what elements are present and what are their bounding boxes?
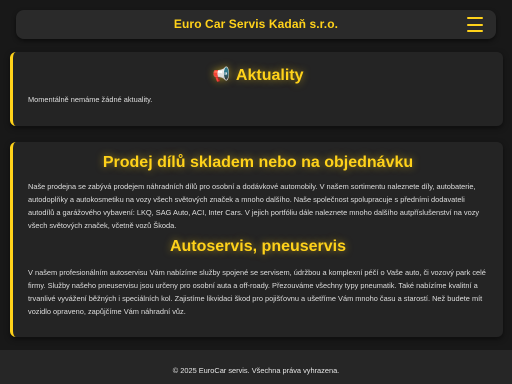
menu-line — [467, 17, 483, 19]
service-text: V našem profesionálním autoservisu Vám n… — [28, 268, 486, 316]
parts-heading: Prodej dílů skladem nebo na objednávku — [102, 154, 414, 171]
site-footer: © 2025 EuroCar servis. Všechna práva vyh… — [0, 350, 512, 384]
menu-line — [467, 23, 483, 26]
site-title: Euro Car Servis Kadaň s.r.o. — [173, 17, 339, 31]
parts-text: Naše prodejna se zabývá prodejem náhradn… — [28, 182, 480, 230]
news-text: Momentálně nemáme žádné aktuality. — [28, 95, 153, 104]
copyright-text: © 2025 EuroCar servis. Všechna práva vyh… — [172, 366, 340, 375]
site-header: Euro Car Servis Kadaň s.r.o. — [16, 10, 496, 39]
services-section: Prodej dílů skladem nebo na objednávku N… — [10, 142, 503, 337]
menu-line — [467, 30, 483, 32]
news-section: 📢 Aktuality Momentálně nemáme žádné aktua… — [10, 52, 503, 126]
service-heading: Autoservis, pneuservis — [169, 238, 347, 255]
news-heading-text: Aktuality — [235, 67, 304, 84]
news-heading: 📢 Aktuality — [13, 66, 503, 85]
megaphone-icon: 📢 — [212, 66, 230, 82]
hamburger-menu-icon[interactable] — [467, 17, 483, 32]
page: Euro Car Servis Kadaň s.r.o. 📢 Aktuality … — [0, 0, 512, 384]
